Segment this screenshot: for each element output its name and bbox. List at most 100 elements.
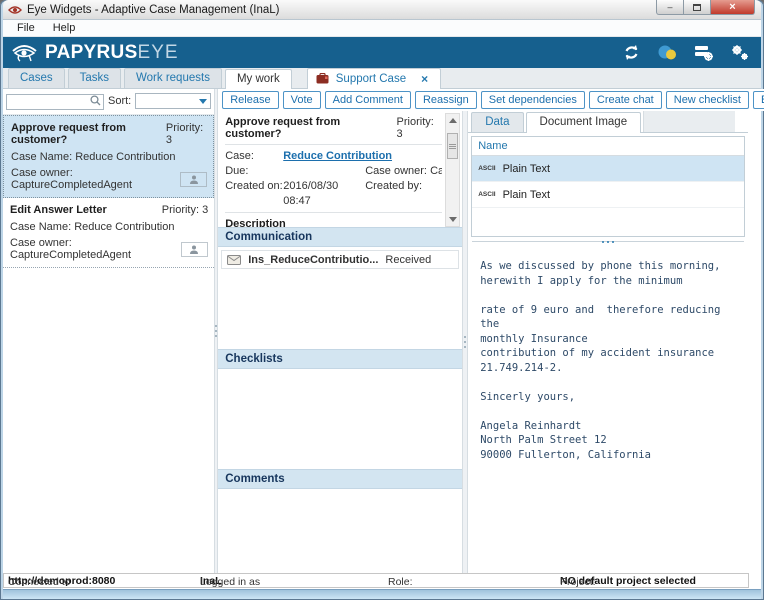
tab-support-case[interactable]: Support Case × <box>306 68 442 89</box>
tab-cases[interactable]: Cases <box>8 68 65 88</box>
content-panels: Sort: Approve request from customer? Pri… <box>3 89 764 573</box>
set-dependencies-button[interactable]: Set dependencies <box>480 91 585 109</box>
communication-item[interactable]: Ins_ReduceContributio... Received <box>221 250 460 269</box>
scroll-down-icon[interactable] <box>448 217 457 222</box>
add-comment-button[interactable]: Add Comment <box>324 91 411 109</box>
worklist-item[interactable]: Edit Answer Letter Priority: 3 Case Name… <box>3 198 215 268</box>
sort-dropdown[interactable] <box>135 93 212 109</box>
tab-my-work[interactable]: My work <box>224 69 292 89</box>
created-on-value: 2016/08/30 08:47 <box>283 180 339 207</box>
edit-button[interactable]: Edit <box>753 91 764 109</box>
case-link[interactable]: Reduce Contribution <box>283 149 392 164</box>
tab-work-requests[interactable]: Work requests <box>124 68 222 88</box>
person-icon <box>189 175 198 184</box>
description-header: Description <box>225 218 286 227</box>
work-item-title: Edit Answer Letter <box>10 204 107 216</box>
brand-header: PAPYRUS EYE <box>3 37 761 68</box>
status-project: Project: NO default project selected <box>560 575 696 588</box>
task-detail-panel: Approve request from customer? Priority:… <box>218 111 463 573</box>
app-eye-icon <box>8 5 22 14</box>
comments-section-header: Comments <box>218 469 463 489</box>
work-item-priority: Priority: 3 <box>165 122 204 146</box>
vote-button[interactable]: Vote <box>282 91 321 109</box>
worklist-panel: Sort: Approve request from customer? Pri… <box>3 89 215 573</box>
scroll-up-icon[interactable] <box>448 118 457 123</box>
case-label: Case: <box>225 150 254 162</box>
menubar: File Help <box>3 20 761 37</box>
minimize-button[interactable]: – <box>656 0 684 15</box>
status-connected: Connected to http://demoprod:8080 <box>8 575 116 588</box>
document-row[interactable]: ASCII Plain Text <box>472 156 745 182</box>
close-button[interactable]: × <box>711 0 755 15</box>
tab-document-image[interactable]: Document Image <box>525 112 642 133</box>
titlebar[interactable]: Eye Widgets - Adaptive Case Management (… <box>3 0 761 20</box>
main-tabrow: Cases Tasks Work requests My work Suppor… <box>3 68 761 89</box>
envelope-icon <box>227 254 242 265</box>
reassign-button[interactable]: Reassign <box>414 91 477 109</box>
window-bottom-frame <box>3 589 761 599</box>
worklist-item[interactable]: Approve request from customer? Priority:… <box>3 115 215 198</box>
window-controls: – × <box>656 0 755 15</box>
work-item-case-name: Case Name: Reduce Contribution <box>10 221 175 233</box>
case-briefcase-icon <box>316 73 329 84</box>
brand-name-light: EYE <box>137 41 179 63</box>
scroll-thumb[interactable] <box>447 133 459 159</box>
case-owner-label: Case owner: <box>365 165 427 177</box>
status-logged-in: Logged in as InaL <box>200 575 261 588</box>
assign-user-button[interactable] <box>179 171 208 187</box>
work-item-priority: Priority: 3 <box>161 204 209 216</box>
new-checklist-button[interactable]: New checklist <box>665 91 749 109</box>
brand-name-bold: PAPYRUS <box>45 41 138 63</box>
document-name: Plain Text <box>502 188 551 201</box>
communication-item-name: Ins_ReduceContributio... <box>248 253 379 266</box>
preview-splitter[interactable] <box>468 237 748 247</box>
chat-bubbles-icon[interactable] <box>657 45 677 61</box>
sort-label: Sort: <box>108 95 132 107</box>
tab-strip-filler <box>643 111 736 132</box>
manage-cards-icon[interactable] <box>694 45 713 61</box>
due-label: Due: <box>225 165 249 177</box>
detail-scrollbar[interactable] <box>445 113 461 227</box>
tab-close-icon[interactable]: × <box>421 73 428 85</box>
communication-item-status: Received <box>385 253 432 266</box>
case-owner-value: CaptureCompletedAgent <box>430 165 443 177</box>
task-priority: Priority: 3 <box>396 116 434 140</box>
document-panel: Data Document Image Name ASCII Plain Tex… <box>468 111 749 573</box>
chevron-down-icon <box>199 99 208 104</box>
ascii-filetype-icon: ASCII <box>478 165 496 172</box>
document-table-header: Name <box>472 137 745 156</box>
menu-help[interactable]: Help <box>45 21 84 35</box>
document-table: Name ASCII Plain Text ASCII Plain Text <box>471 136 746 237</box>
app-window: Eye Widgets - Adaptive Case Management (… <box>0 0 764 600</box>
checklists-section-header: Checklists <box>218 349 463 369</box>
worklist-controls: Sort: <box>3 89 214 114</box>
created-on-label: Created on: <box>225 180 283 192</box>
task-toolbar: Release Vote Add Comment Reassign Set de… <box>218 89 764 111</box>
status-row: Connected to http://demoprod:8080 Logged… <box>3 573 761 589</box>
created-by-label: Created by: <box>365 180 423 192</box>
tab-tasks[interactable]: Tasks <box>67 68 122 88</box>
refresh-icon[interactable] <box>623 44 640 61</box>
task-area: Release Vote Add Comment Reassign Set de… <box>218 89 764 573</box>
assign-user-button[interactable] <box>180 241 209 257</box>
header-actions <box>623 44 749 61</box>
document-name: Plain Text <box>502 162 551 175</box>
tab-data[interactable]: Data <box>471 112 524 132</box>
window-title: Eye Widgets - Adaptive Case Management (… <box>27 3 280 16</box>
release-button[interactable]: Release <box>222 91 279 109</box>
task-title: Approve request from customer? <box>225 116 341 140</box>
maximize-icon <box>693 3 701 11</box>
document-row[interactable]: ASCII Plain Text <box>472 182 745 208</box>
papyrus-eye-logo-icon <box>12 44 37 62</box>
communication-section-header: Communication <box>218 227 463 247</box>
maximize-button[interactable] <box>684 0 711 15</box>
document-preview-text: As we discussed by phone this morning, h… <box>480 260 721 461</box>
person-icon <box>190 245 199 254</box>
menu-file[interactable]: File <box>9 21 43 35</box>
work-item-title: Approve request from customer? <box>11 122 126 146</box>
settings-gears-icon[interactable] <box>730 44 749 61</box>
statusbar: Connected to http://demoprod:8080 Logged… <box>3 573 749 588</box>
worklist-items: Approve request from customer? Priority:… <box>3 114 215 573</box>
ascii-filetype-icon: ASCII <box>478 191 496 198</box>
create-chat-button[interactable]: Create chat <box>588 91 662 109</box>
